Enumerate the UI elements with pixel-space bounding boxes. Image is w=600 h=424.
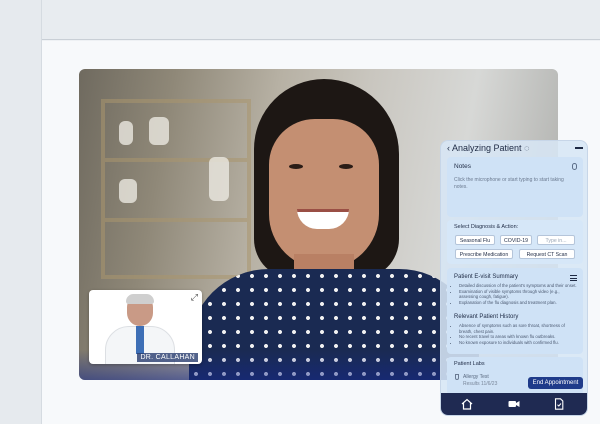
labs-card: Patient Labs Allergy Test Results 11/6/2…: [447, 357, 583, 395]
patient-face: [269, 119, 379, 269]
lab-date: Results 11/6/23: [463, 381, 498, 387]
doctor-hair: [126, 294, 154, 304]
chip-covid-19[interactable]: COVID-19: [500, 235, 532, 245]
document-icon[interactable]: [553, 398, 565, 410]
chip-seasonal-flu[interactable]: Seasonal Flu: [455, 235, 495, 245]
shelf-item: [209, 157, 229, 201]
panel-title: ‹ Analyzing Patient ◌: [447, 143, 530, 153]
menu-icon[interactable]: [570, 275, 577, 281]
flask-icon: [455, 374, 459, 380]
self-view-label: DR. CALLAHAN: [137, 353, 198, 362]
shelf-item: [149, 117, 169, 145]
summary-item: Explanation of the flu diagnosis and tre…: [459, 300, 577, 306]
notes-heading: Notes: [454, 163, 471, 170]
patient-analysis-panel: ‹ Analyzing Patient ◌ Notes Click the mi…: [440, 140, 588, 416]
lab-name[interactable]: Allergy Test: [463, 374, 489, 380]
self-view-pip[interactable]: ⤢ DR. CALLAHAN: [89, 290, 202, 364]
summary-heading: Patient E-visit Summary: [454, 274, 519, 280]
notes-placeholder[interactable]: Click the microphone or start typing to …: [454, 177, 575, 190]
shelf-item: [119, 121, 133, 145]
microphone-icon[interactable]: [572, 163, 577, 170]
patient-eye: [339, 164, 353, 169]
panel-menu-icon[interactable]: [575, 147, 583, 149]
panel-title-text: Analyzing Patient: [452, 143, 522, 153]
diagnosis-type-input[interactable]: Type in...: [537, 235, 575, 245]
notes-card[interactable]: Notes Click the microphone or start typi…: [447, 157, 583, 217]
history-item: No known exposure to individuals with co…: [459, 340, 577, 346]
patient-eye: [289, 164, 303, 169]
summary-card: Patient E-visit Summary Detailed discuss…: [447, 268, 583, 354]
history-list: Absence of symptoms such as sore throat,…: [459, 323, 577, 345]
summary-item: Detailed discussion of the patient's sym…: [459, 283, 577, 289]
diagnosis-card: Select Diagnosis & Action: Seasonal Flu …: [447, 220, 583, 264]
expand-icon[interactable]: ⤢: [191, 292, 198, 303]
left-rail: [0, 0, 42, 424]
chip-prescribe-medication[interactable]: Prescribe Medication: [455, 249, 513, 259]
home-icon[interactable]: [461, 398, 473, 410]
history-item: Absence of symptoms such as sore throat,…: [459, 323, 577, 334]
summary-list: Detailed discussion of the patient's sym…: [459, 283, 577, 305]
history-heading: Relevant Patient History: [454, 314, 519, 320]
end-appointment-button[interactable]: End Appointment: [528, 377, 583, 389]
doctor-tie: [136, 326, 144, 354]
shelf-item: [119, 179, 137, 203]
labs-heading: Patient Labs: [454, 361, 485, 367]
summary-item: Examination of visible symptoms through …: [459, 289, 577, 300]
video-camera-icon[interactable]: [508, 398, 520, 410]
top-bar: [42, 0, 600, 40]
bottom-nav: [441, 393, 587, 415]
chip-request-ct-scan[interactable]: Request CT Scan: [519, 249, 575, 259]
diagnosis-heading: Select Diagnosis & Action:: [454, 224, 519, 230]
